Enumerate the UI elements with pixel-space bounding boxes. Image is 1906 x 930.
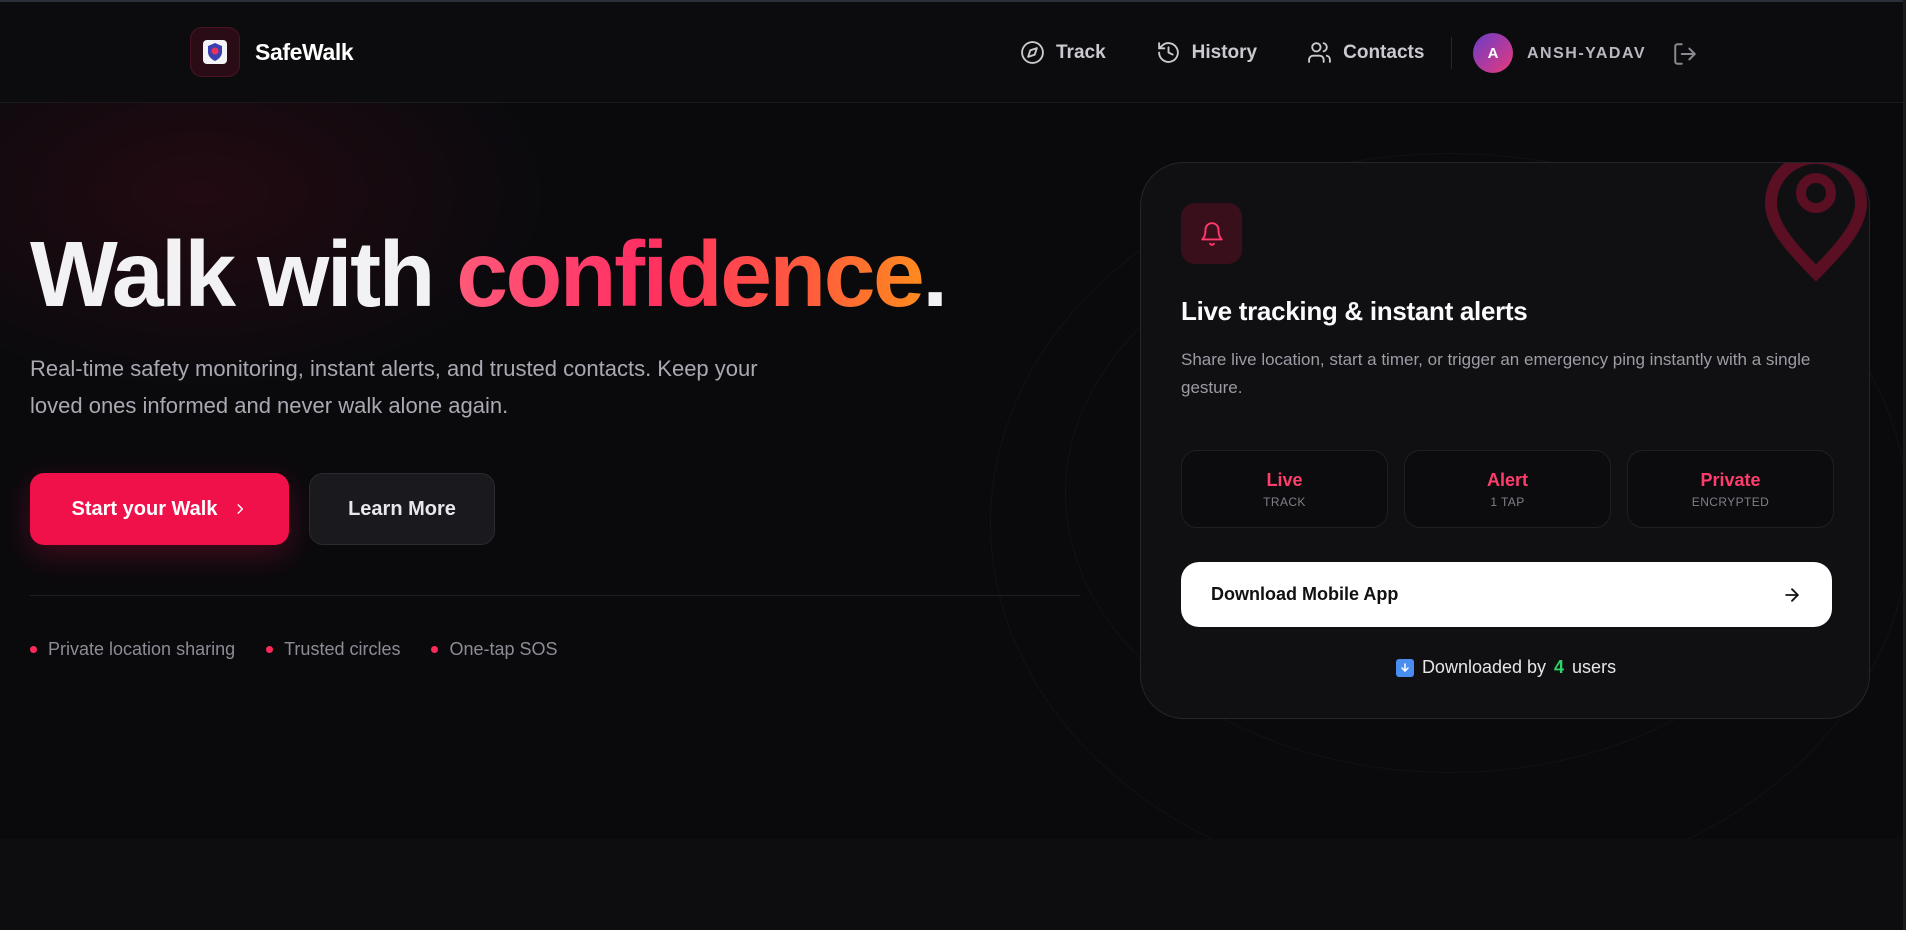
feature-item: One-tap SOS	[431, 639, 558, 660]
feature-card: Live tracking & instant alerts Share liv…	[1140, 162, 1870, 719]
brand[interactable]: SafeWalk	[190, 27, 354, 77]
bullet-dot-icon	[431, 646, 439, 653]
start-walk-button[interactable]: Start your Walk	[30, 473, 289, 545]
stat-tile: Alert 1 TAP	[1404, 450, 1611, 528]
learn-more-label: Learn More	[348, 497, 456, 520]
nav-track-link[interactable]: Track	[1020, 40, 1106, 65]
stat-label: 1 TAP	[1490, 494, 1525, 509]
download-app-button[interactable]: Download Mobile App	[1181, 562, 1832, 627]
stat-value: Alert	[1486, 469, 1528, 490]
feature-item: Trusted circles	[266, 639, 400, 660]
logout-icon[interactable]	[1672, 41, 1698, 67]
learn-more-button[interactable]: Learn More	[309, 473, 495, 545]
hero-section: Walk with confidence. Real-time safety m…	[0, 103, 1903, 839]
arrow-right-icon	[1785, 587, 1799, 602]
headline-period: .	[922, 222, 948, 326]
stat-value: Private	[1700, 469, 1761, 490]
feature-item: Private location sharing	[30, 639, 235, 660]
nav-links: Track History Contacts	[1020, 40, 1424, 65]
download-count-suffix: users	[1572, 657, 1617, 677]
feature-label: One-tap SOS	[449, 639, 558, 659]
bullet-dot-icon	[30, 646, 37, 653]
nav-contacts-label: Contacts	[1343, 41, 1425, 63]
stat-tile: Live TRACK	[1181, 450, 1388, 528]
stats-row: Live TRACK Alert 1 TAP Private ENCRYPTED	[1181, 450, 1834, 528]
feature-label: Private location sharing	[48, 639, 236, 659]
headline-text: Walk with	[30, 222, 457, 326]
map-pin-icon	[1764, 163, 1868, 282]
card-title: Live tracking & instant alerts	[1181, 296, 1528, 326]
stat-label: TRACK	[1263, 494, 1306, 509]
headline-accent: confidence	[456, 222, 924, 326]
top-navbar: SafeWalk Track History Contacts A ANSH-Y…	[0, 2, 1903, 103]
download-count: Downloaded by 4 users	[1141, 657, 1869, 678]
feature-label: Trusted circles	[284, 639, 401, 659]
nav-contacts-link[interactable]: Contacts	[1307, 40, 1424, 65]
chevron-right-icon	[238, 504, 244, 514]
stat-label: ENCRYPTED	[1691, 494, 1770, 509]
nav-separator	[1451, 37, 1452, 69]
hero-headline: Walk with confidence.	[30, 221, 948, 328]
bell-icon	[1181, 203, 1242, 264]
card-description: Share live location, start a timer, or t…	[1181, 350, 1811, 397]
download-count-value: 4	[1554, 657, 1565, 677]
hero-subtext: Real-time safety monitoring, instant ale…	[30, 356, 758, 418]
nav-history-label: History	[1191, 41, 1258, 63]
nav-track-label: Track	[1056, 41, 1106, 63]
hero-divider	[30, 595, 1080, 596]
stat-value: Live	[1266, 469, 1303, 490]
users-icon	[1308, 42, 1331, 63]
nav-history-link[interactable]: History	[1156, 40, 1257, 65]
logo-icon	[190, 27, 240, 77]
bullet-dot-icon	[266, 646, 274, 653]
brand-name: SafeWalk	[255, 38, 354, 65]
compass-icon	[1021, 41, 1044, 64]
bottom-section	[0, 839, 1903, 930]
username[interactable]: ANSH-YADAV	[1527, 45, 1646, 63]
download-count-prefix: Downloaded by	[1421, 657, 1547, 677]
feature-list: Private location sharing Trusted circles…	[30, 639, 558, 660]
download-arrow-icon	[1395, 658, 1414, 677]
avatar[interactable]: A	[1473, 33, 1513, 73]
download-app-label: Download Mobile App	[1211, 584, 1399, 604]
stat-tile: Private ENCRYPTED	[1627, 450, 1834, 528]
start-walk-label: Start your Walk	[71, 497, 218, 520]
history-icon	[1157, 42, 1179, 63]
